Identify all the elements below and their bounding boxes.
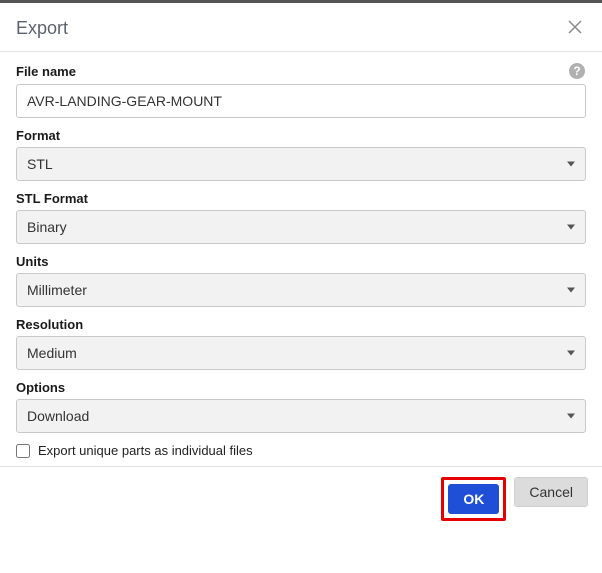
dialog-footer: OK Cancel xyxy=(0,466,602,533)
cancel-button[interactable]: Cancel xyxy=(514,477,588,507)
dialog-header: Export xyxy=(0,3,602,52)
field-format: Format STL xyxy=(16,128,586,181)
field-options: Options Download xyxy=(16,380,586,433)
options-select[interactable]: Download xyxy=(16,399,586,433)
chevron-down-icon xyxy=(567,351,575,356)
field-resolution: Resolution Medium xyxy=(16,317,586,370)
resolution-select[interactable]: Medium xyxy=(16,336,586,370)
dialog-title: Export xyxy=(16,18,68,39)
units-label: Units xyxy=(16,254,49,269)
export-dialog: Export File name ? Format STL xyxy=(0,0,602,533)
units-select[interactable]: Millimeter xyxy=(16,273,586,307)
help-icon[interactable]: ? xyxy=(568,62,586,80)
ok-highlight-box: OK xyxy=(441,477,506,521)
chevron-down-icon xyxy=(567,414,575,419)
stlformat-select[interactable]: Binary xyxy=(16,210,586,244)
resolution-label: Resolution xyxy=(16,317,83,332)
resolution-value: Medium xyxy=(27,345,77,361)
close-icon xyxy=(568,20,582,34)
field-units: Units Millimeter xyxy=(16,254,586,307)
units-value: Millimeter xyxy=(27,282,87,298)
options-value: Download xyxy=(27,408,89,424)
filename-input[interactable] xyxy=(16,84,586,118)
format-value: STL xyxy=(27,156,53,172)
filename-label: File name xyxy=(16,64,76,79)
dialog-body: File name ? Format STL STL Format Binary xyxy=(0,52,602,466)
export-unique-checkbox[interactable] xyxy=(16,444,30,458)
field-filename: File name ? xyxy=(16,62,586,118)
stlformat-value: Binary xyxy=(27,219,67,235)
export-unique-checkbox-row[interactable]: Export unique parts as individual files xyxy=(16,443,586,458)
ok-button[interactable]: OK xyxy=(448,484,499,514)
svg-text:?: ? xyxy=(573,64,580,78)
export-unique-label: Export unique parts as individual files xyxy=(38,443,253,458)
chevron-down-icon xyxy=(567,162,575,167)
field-stlformat: STL Format Binary xyxy=(16,191,586,244)
stlformat-label: STL Format xyxy=(16,191,88,206)
format-select[interactable]: STL xyxy=(16,147,586,181)
options-label: Options xyxy=(16,380,65,395)
chevron-down-icon xyxy=(567,288,575,293)
chevron-down-icon xyxy=(567,225,575,230)
format-label: Format xyxy=(16,128,60,143)
close-button[interactable] xyxy=(564,15,586,41)
